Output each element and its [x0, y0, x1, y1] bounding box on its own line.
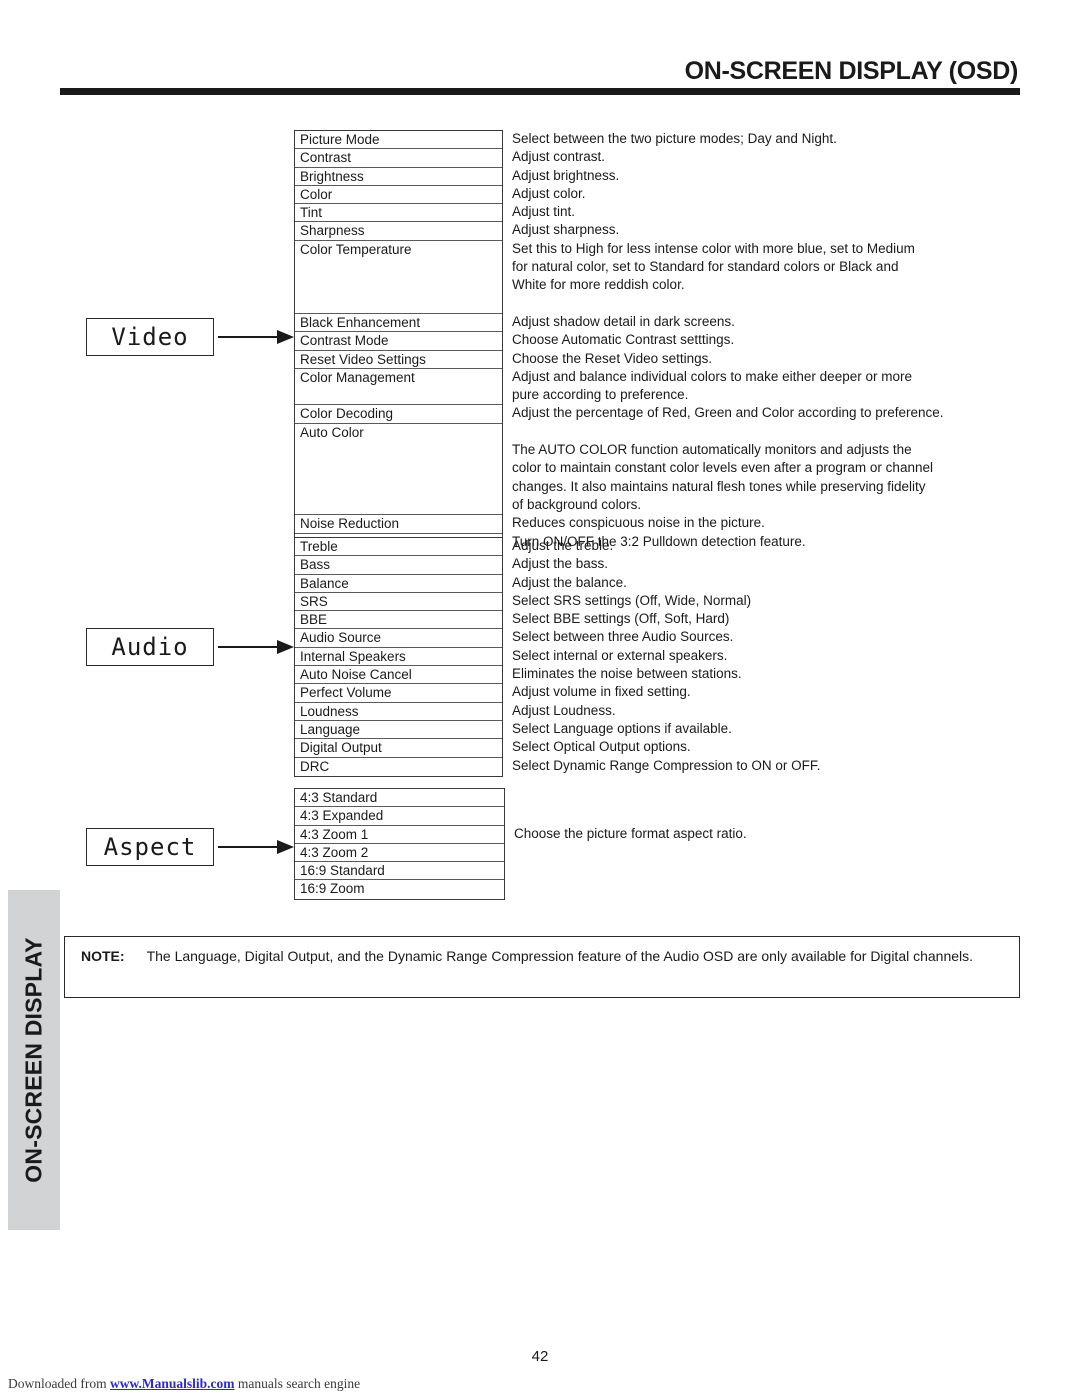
- arrow-right-icon-video: [218, 330, 294, 344]
- section-side-tab: ON-SCREEN DISPLAY: [8, 890, 60, 1230]
- menu-item-column: Picture Mode Contrast Brightness Color Tint S…: [294, 130, 503, 553]
- menu-item-description: The AUTO COLOR function automatically mo…: [512, 442, 933, 512]
- menu-item-description: Choose Automatic Contrast setttings.: [512, 332, 735, 348]
- menu-item: Digital Output: [295, 739, 502, 758]
- arrow-shaft: [218, 336, 280, 338]
- menu-item: Contrast: [295, 149, 502, 168]
- menu-item: 4:3 Zoom 1: [295, 826, 504, 844]
- page-header: ON-SCREEN DISPLAY (OSD): [60, 57, 1020, 96]
- menu-item-description: Adjust the balance.: [512, 574, 627, 590]
- note-text: The Language, Digital Output, and the Dy…: [146, 948, 974, 964]
- menu-item-description: Select between three Audio Sources.: [512, 629, 734, 645]
- menu-item: Color Temperature: [295, 241, 502, 314]
- header-rule: [60, 88, 1020, 96]
- menu-item-description: Adjust and balance individual colors to …: [512, 368, 912, 403]
- menu-item: Black Enhancement: [295, 314, 502, 333]
- arrow-right-icon-audio: [218, 640, 294, 654]
- menu-item: Internal Speakers: [295, 648, 502, 667]
- arrow-shaft: [218, 646, 280, 648]
- menu-item: 16:9 Standard: [295, 862, 504, 881]
- menu-item: Contrast Mode: [295, 332, 502, 351]
- menu-item-description: Adjust sharpness.: [512, 222, 620, 238]
- menu-item-description: Select between the two picture modes; Da…: [512, 131, 837, 146]
- side-tab-label: ON-SCREEN DISPLAY: [20, 937, 47, 1183]
- menu-item: 16:9 Zoom: [300, 881, 365, 897]
- menu-item: Color Management: [295, 369, 502, 406]
- menu-item: Color: [295, 186, 502, 205]
- note-label: NOTE:: [81, 948, 125, 964]
- menu-item: Perfect Volume: [295, 684, 502, 703]
- menu-item-description: Adjust brightness.: [512, 167, 620, 183]
- footer-credit-prefix: Downloaded from: [8, 1376, 110, 1391]
- menu-item-description: Adjust shadow detail in dark screens.: [512, 313, 735, 329]
- manualslib-link[interactable]: www.Manualslib.com: [110, 1376, 235, 1391]
- menu-item: Reset Video Settings: [295, 351, 502, 369]
- page-number: 42: [531, 1348, 549, 1365]
- menu-item-description: Adjust Loudness.: [512, 702, 616, 718]
- menu-item: Auto Color: [295, 424, 502, 516]
- menu-item: Sharpness: [295, 222, 502, 241]
- menu-item: Balance: [295, 575, 502, 593]
- group-label-aspect: Aspect: [86, 828, 214, 866]
- aspect-description: Choose the picture format aspect ratio.: [514, 826, 747, 841]
- arrow-head: [277, 330, 294, 344]
- group-label-audio: Audio: [86, 628, 214, 666]
- menu-item: Bass: [295, 556, 502, 575]
- menu-item-description: Select Optical Output options.: [512, 739, 691, 755]
- menu-item: Brightness: [295, 168, 502, 186]
- menu-item: Noise Reduction: [295, 515, 502, 534]
- menu-item: BBE: [295, 611, 502, 630]
- menu-item-description: Adjust volume in fixed setting.: [512, 684, 691, 700]
- menu-item: Tint: [295, 204, 502, 223]
- arrow-head: [277, 640, 294, 654]
- menu-item-description: Select Language options if available.: [512, 720, 732, 736]
- menu-item: DRC: [300, 758, 330, 774]
- menu-item: SRS: [295, 593, 502, 612]
- menu-item: Color Decoding: [295, 405, 502, 424]
- menu-item-description: Reduces conspicuous noise in the picture…: [512, 515, 765, 531]
- menu-item: Picture Mode: [295, 131, 502, 150]
- menu-item-description: Select Dynamic Range Compression to ON o…: [512, 757, 821, 773]
- menu-item-description: Select SRS settings (Off, Wide, Normal): [512, 592, 752, 608]
- menu-item: 4:3 Standard: [295, 789, 504, 808]
- group-label-video: Video: [86, 318, 214, 356]
- menu-item-description: Adjust tint.: [512, 204, 576, 220]
- osd-table-audio: Treble Bass Balance SRS BBE Audio Source Inter…: [294, 537, 820, 777]
- menu-item-description: Choose the Reset Video settings.: [512, 350, 713, 366]
- note-box: NOTE: The Language, Digital Output, and …: [64, 936, 1020, 998]
- page-title: ON-SCREEN DISPLAY (OSD): [684, 57, 1019, 85]
- menu-item: 4:3 Zoom 2: [295, 844, 504, 863]
- menu-item-description: Adjust the treble.: [512, 538, 614, 553]
- menu-item-description: Select internal or external speakers.: [512, 647, 728, 663]
- osd-table-video: Picture Mode Contrast Brightness Color Tint S…: [294, 130, 944, 553]
- menu-item: Language: [295, 721, 502, 740]
- menu-item: Loudness: [295, 703, 502, 721]
- menu-item-column: Treble Bass Balance SRS BBE Audio Source Inter…: [294, 537, 503, 777]
- footer-credit: Downloaded from www.Manualslib.com manua…: [8, 1376, 360, 1392]
- menu-item-column: 4:3 Standard 4:3 Expanded 4:3 Zoom 1 4:3 Zo…: [294, 788, 505, 900]
- arrow-shaft: [218, 846, 280, 848]
- description-column: Choose the picture format aspect ratio.: [514, 788, 1074, 843]
- description-column: Adjust the treble. Adjust the bass. Adjust…: [512, 537, 1072, 775]
- arrow-head: [277, 840, 294, 854]
- menu-item-description: Adjust contrast.: [512, 149, 606, 165]
- menu-item-description: Adjust the percentage of Red, Green and …: [512, 405, 944, 421]
- menu-item-description: Adjust the bass.: [512, 556, 609, 572]
- osd-table-aspect: 4:3 Standard 4:3 Expanded 4:3 Zoom 1 4:3 Zo…: [294, 788, 747, 900]
- footer-credit-suffix: manuals search engine: [234, 1376, 361, 1391]
- menu-item: Treble: [295, 538, 502, 557]
- menu-item-description: Adjust color.: [512, 185, 586, 201]
- menu-item-description: Select BBE settings (Off, Soft, Hard): [512, 611, 730, 627]
- description-column: Select between the two picture modes; Da…: [512, 130, 1072, 551]
- menu-item-description: Set this to High for less intense color …: [512, 240, 915, 293]
- menu-item: Auto Noise Cancel: [295, 666, 502, 685]
- menu-item: 4:3 Expanded: [295, 807, 504, 826]
- menu-item-description: Eliminates the noise between stations.: [512, 666, 742, 682]
- arrow-right-icon-aspect: [218, 840, 294, 854]
- menu-item: Audio Source: [295, 629, 502, 648]
